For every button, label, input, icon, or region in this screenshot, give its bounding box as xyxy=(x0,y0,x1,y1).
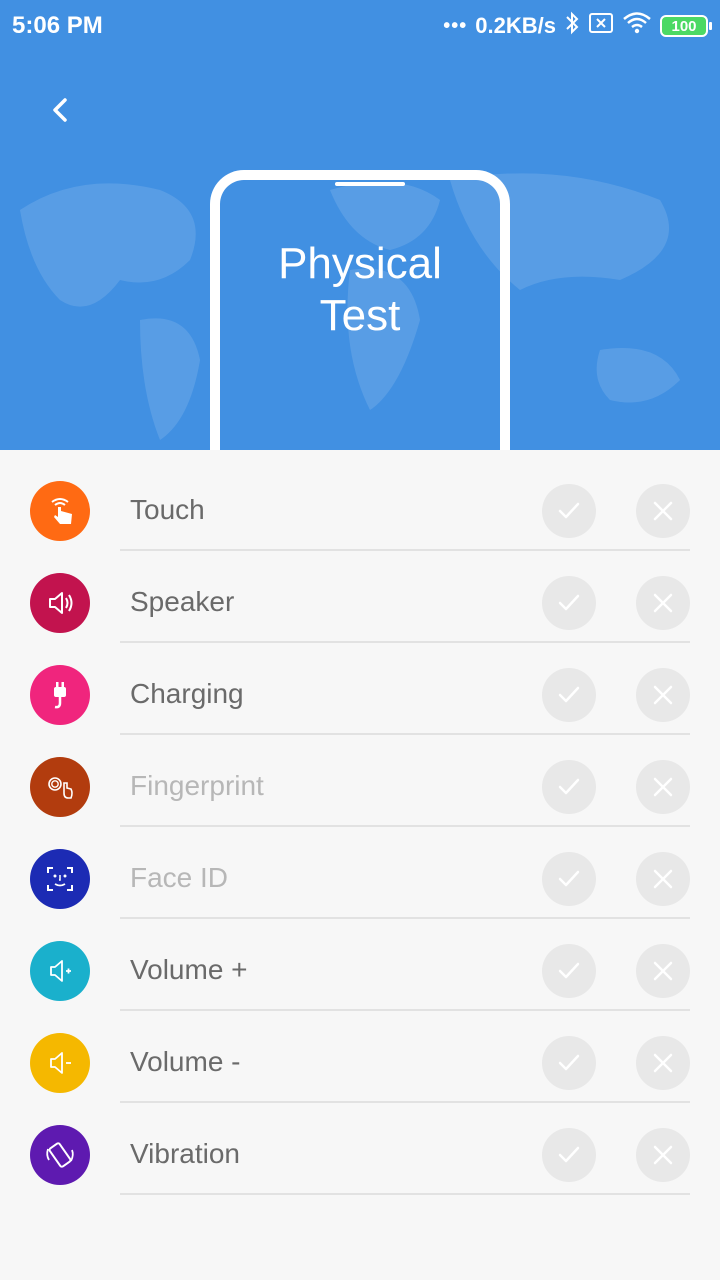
test-row: Volume + xyxy=(0,910,720,1011)
check-icon xyxy=(558,870,580,887)
status-indicators: ••• 0.2KB/s 100 xyxy=(443,11,712,41)
pass-button-charging[interactable] xyxy=(542,668,596,722)
test-list: Touch Speaker Charging Fingerprint Face ID Vo… xyxy=(0,450,720,1195)
network-speed: 0.2KB/s xyxy=(475,13,556,38)
test-row: Vibration xyxy=(0,1094,720,1195)
status-bar: 5:06 PM ••• 0.2KB/s 100 xyxy=(0,0,720,52)
close-icon xyxy=(653,1145,673,1165)
fail-button-charging[interactable] xyxy=(636,668,690,722)
pass-button-speaker[interactable] xyxy=(542,576,596,630)
fingerprint-icon xyxy=(30,757,90,817)
header: 5:06 PM ••• 0.2KB/s 100 Physical Test xyxy=(0,0,720,450)
close-icon xyxy=(653,961,673,981)
test-row: Charging xyxy=(0,634,720,735)
touch-icon xyxy=(30,481,90,541)
no-sim-icon xyxy=(588,12,614,40)
pass-button-volume[interactable] xyxy=(542,944,596,998)
charging-plug-icon xyxy=(30,665,90,725)
face-id-icon xyxy=(30,849,90,909)
test-row: Fingerprint xyxy=(0,726,720,827)
check-icon xyxy=(558,962,580,979)
fail-button-face-id[interactable] xyxy=(636,852,690,906)
bluetooth-icon xyxy=(564,11,580,41)
page-title-line1: Physical xyxy=(278,239,442,288)
fail-button-touch[interactable] xyxy=(636,484,690,538)
page-title-line2: Test xyxy=(319,291,401,340)
fail-button-volume[interactable] xyxy=(636,1036,690,1090)
test-label-charging: Charging xyxy=(130,678,244,709)
vibration-icon xyxy=(30,1125,90,1185)
close-icon xyxy=(653,501,673,521)
check-icon xyxy=(558,1054,580,1071)
test-label-speaker: Speaker xyxy=(130,586,235,617)
volume-up-icon xyxy=(30,941,90,1001)
test-label-vibration: Vibration xyxy=(130,1138,241,1169)
close-icon xyxy=(653,869,673,889)
check-icon xyxy=(558,502,580,519)
pass-button-touch[interactable] xyxy=(542,484,596,538)
close-icon xyxy=(653,685,673,705)
phone-speaker xyxy=(335,182,405,186)
test-row: Face ID xyxy=(0,818,720,919)
test-label-fingerprint: Fingerprint xyxy=(130,770,264,801)
notification-dots: ••• xyxy=(443,14,468,37)
close-icon xyxy=(653,777,673,797)
pass-button-face-id[interactable] xyxy=(542,852,596,906)
phone-illustration: Physical Test xyxy=(210,170,510,450)
test-label-touch: Touch xyxy=(130,494,205,525)
close-icon xyxy=(653,593,673,613)
test-label-face-id: Face ID xyxy=(130,862,229,893)
pass-button-fingerprint[interactable] xyxy=(542,760,596,814)
check-icon xyxy=(558,778,580,795)
fail-button-fingerprint[interactable] xyxy=(636,760,690,814)
test-row: Volume - xyxy=(0,1002,720,1103)
check-icon xyxy=(558,594,580,611)
fail-button-volume[interactable] xyxy=(636,944,690,998)
chevron-left-icon xyxy=(53,98,67,122)
status-time: 5:06 PM xyxy=(12,12,103,39)
battery-icon: 100 xyxy=(660,15,712,37)
wifi-icon xyxy=(622,11,652,41)
fail-button-speaker[interactable] xyxy=(636,576,690,630)
close-icon xyxy=(653,1053,673,1073)
test-row: Touch xyxy=(0,450,720,551)
page-title: Physical Test xyxy=(220,238,500,342)
row-divider xyxy=(120,1193,690,1195)
back-button[interactable] xyxy=(40,90,80,130)
test-label-volume: Volume + xyxy=(130,954,248,985)
check-icon xyxy=(558,1146,580,1163)
test-label-volume: Volume - xyxy=(130,1046,241,1077)
volume-down-icon xyxy=(30,1033,90,1093)
speaker-icon xyxy=(30,573,90,633)
pass-button-volume[interactable] xyxy=(542,1036,596,1090)
fail-button-vibration[interactable] xyxy=(636,1128,690,1182)
check-icon xyxy=(558,686,580,703)
pass-button-vibration[interactable] xyxy=(542,1128,596,1182)
test-row: Speaker xyxy=(0,542,720,643)
